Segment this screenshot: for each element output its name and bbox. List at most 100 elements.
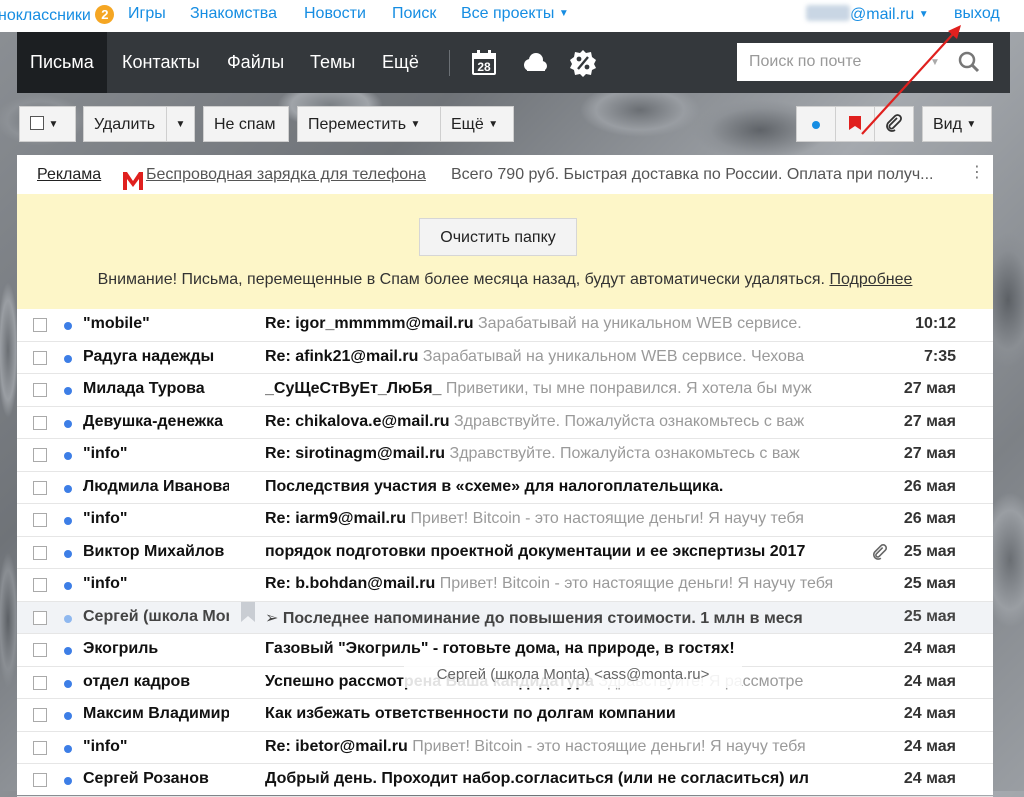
select-all-button[interactable]: ▼ [19,106,76,142]
message-checkbox[interactable] [33,383,47,397]
delete-button[interactable]: Удалить [83,106,167,142]
search-icon[interactable] [958,51,980,77]
move-button[interactable]: Переместить ▼ [297,106,441,142]
mail-search[interactable]: Поиск по почте ▼ [737,43,993,81]
ad-label[interactable]: Реклама [37,155,101,194]
message-checkbox[interactable] [33,740,47,755]
bookmark-icon[interactable] [241,601,255,622]
flag-button[interactable] [835,106,875,142]
message-subject: _СуЩеСтВуЕт_ЛюБя_ [265,380,442,397]
message-row[interactable]: Девушка-денежка Re: chikalova.e@mail.ru З… [17,407,993,439]
message-date: 26 мая [903,477,956,495]
odnoklassniki-label: ноклассники [0,7,91,24]
message-sender: "info" [83,510,128,527]
message-checkbox[interactable] [33,578,47,592]
discount-icon[interactable] [568,48,598,78]
unread-dot-icon[interactable] [64,614,72,623]
message-row[interactable]: Милада Турова _СуЩеСтВуЕт_ЛюБя_ Приветики… [17,374,993,407]
calendar-icon[interactable]: 28 [469,48,499,78]
message-checkbox[interactable] [33,675,47,690]
chevron-down-icon[interactable]: ▼ [930,57,940,68]
unread-dot-icon[interactable] [64,387,72,395]
unread-dot-icon[interactable] [64,419,72,428]
message-row[interactable]: "info" Re: iarm9@mail.ru Привет! Bitcoin … [17,504,993,537]
message-checkbox[interactable] [33,610,47,625]
tab-more[interactable]: Ещё [369,32,432,93]
unread-dot-icon[interactable] [64,777,72,785]
message-row[interactable]: "info" Re: b.bohdan@mail.ru Привет! Bitco… [17,569,993,602]
message-checkbox[interactable] [33,773,47,787]
message-subject-line: Последствия участия в «схеме» для налого… [265,478,847,496]
tab-files[interactable]: Файлы [214,32,297,93]
more-info-link[interactable]: Подробнее [829,271,912,288]
notification-badge: 2 [95,5,115,24]
tab-letters[interactable]: Письма [17,32,107,93]
unread-dot-icon[interactable] [64,744,72,753]
unread-dot-icon[interactable] [64,549,72,558]
message-subject: Re: iarm9@mail.ru [265,510,406,527]
not-spam-label: Не спам [214,116,276,133]
message-subject: Газовый "Экогриль" - готовьте дома, на п… [265,640,735,657]
logout-link[interactable]: выход [954,5,1000,23]
message-row[interactable]: Виктор Михайлов порядок подготовки проект… [17,537,993,569]
delete-dropdown-button[interactable]: ▼ [166,106,195,142]
message-subject-line: Re: iarm9@mail.ru Привет! Bitcoin - это … [265,510,847,528]
chevron-down-icon: ▼ [488,119,499,130]
ad-menu-icon[interactable]: ⋮ [969,155,985,192]
mark-read-button[interactable] [796,106,836,142]
portal-bar: ноклассники 2 Игры Знакомства Новости По… [0,0,1024,32]
message-row[interactable]: Людмила Иванова Последствия участия в «сх… [17,472,993,504]
unread-dot-icon[interactable] [64,712,72,720]
attachment-filter-button[interactable] [874,106,914,142]
unread-dot-icon[interactable] [64,582,72,590]
mvideo-logo-icon [123,166,143,194]
not-spam-button[interactable]: Не спам [203,106,289,142]
checkbox-icon[interactable] [30,116,44,130]
message-row[interactable]: "mobile" Re: igor_mmmmm@mail.ru Зарабатыв… [17,309,993,342]
message-subject: Re: chikalova.e@mail.ru [265,412,450,430]
clear-folder-button[interactable]: Очистить папку [419,218,577,256]
message-row[interactable]: "info" Re: ibetor@mail.ru Привет! Bitcoin… [17,732,993,764]
unread-dot-icon[interactable] [64,647,72,655]
message-row[interactable]: Сергей Розанов Добрый день. Проходит набо… [17,764,993,797]
dating-link[interactable]: Знакомства [190,5,277,23]
account-menu[interactable]: @mail.ru ▼ [806,5,929,24]
message-checkbox[interactable] [33,708,47,722]
unread-dot-icon[interactable] [64,322,72,330]
unread-dot-icon[interactable] [64,484,72,493]
unread-dot-icon[interactable] [64,354,72,363]
message-subject: Re: igor_mmmmm@mail.ru [265,315,474,332]
message-checkbox[interactable] [33,643,47,657]
search-link[interactable]: Поиск [392,5,436,23]
message-checkbox[interactable] [33,318,47,332]
message-checkbox[interactable] [33,480,47,495]
ad-banner[interactable]: Реклама Беспроводная зарядка для телефон… [17,155,993,194]
cloud-icon[interactable] [519,48,549,78]
message-checkbox[interactable] [33,415,47,430]
message-row[interactable]: Сергей (школа Monta) ➢ Последнее напомина… [17,601,993,634]
message-sender: Девушка-денежка [83,412,224,430]
games-link[interactable]: Игры [128,5,166,23]
email-domain: @mail.ru [850,6,915,23]
ad-title[interactable]: Беспроводная зарядка для телефона [146,155,426,194]
message-row[interactable]: Максим Владимиров Как избежать ответствен… [17,699,993,732]
message-checkbox[interactable] [33,513,47,527]
all-projects-link[interactable]: Все проекты ▼ [461,5,569,23]
ad-text[interactable]: Всего 790 руб. Быстрая доставка по Росси… [451,155,934,194]
header-divider [449,50,450,76]
message-subject: ➢ Последнее напоминание до повышения сто… [265,609,803,627]
view-button[interactable]: Вид ▼ [922,106,992,142]
message-row[interactable]: Радуга надежды Re: afink21@mail.ru Зараба… [17,342,993,374]
unread-dot-icon[interactable] [64,452,72,460]
news-link[interactable]: Новости [304,5,366,23]
tab-contacts[interactable]: Контакты [109,32,213,93]
unread-dot-icon[interactable] [64,517,72,525]
odnoklassniki-link[interactable]: ноклассники 2 [0,5,115,25]
unread-dot-icon[interactable] [64,679,72,688]
more-actions-button[interactable]: Ещё ▼ [440,106,514,142]
message-checkbox[interactable] [33,350,47,365]
message-checkbox[interactable] [33,448,47,462]
message-row[interactable]: "info" Re: sirotinagm@mail.ru Здравствуйт… [17,439,993,472]
message-checkbox[interactable] [33,545,47,560]
tab-themes[interactable]: Темы [297,32,368,93]
